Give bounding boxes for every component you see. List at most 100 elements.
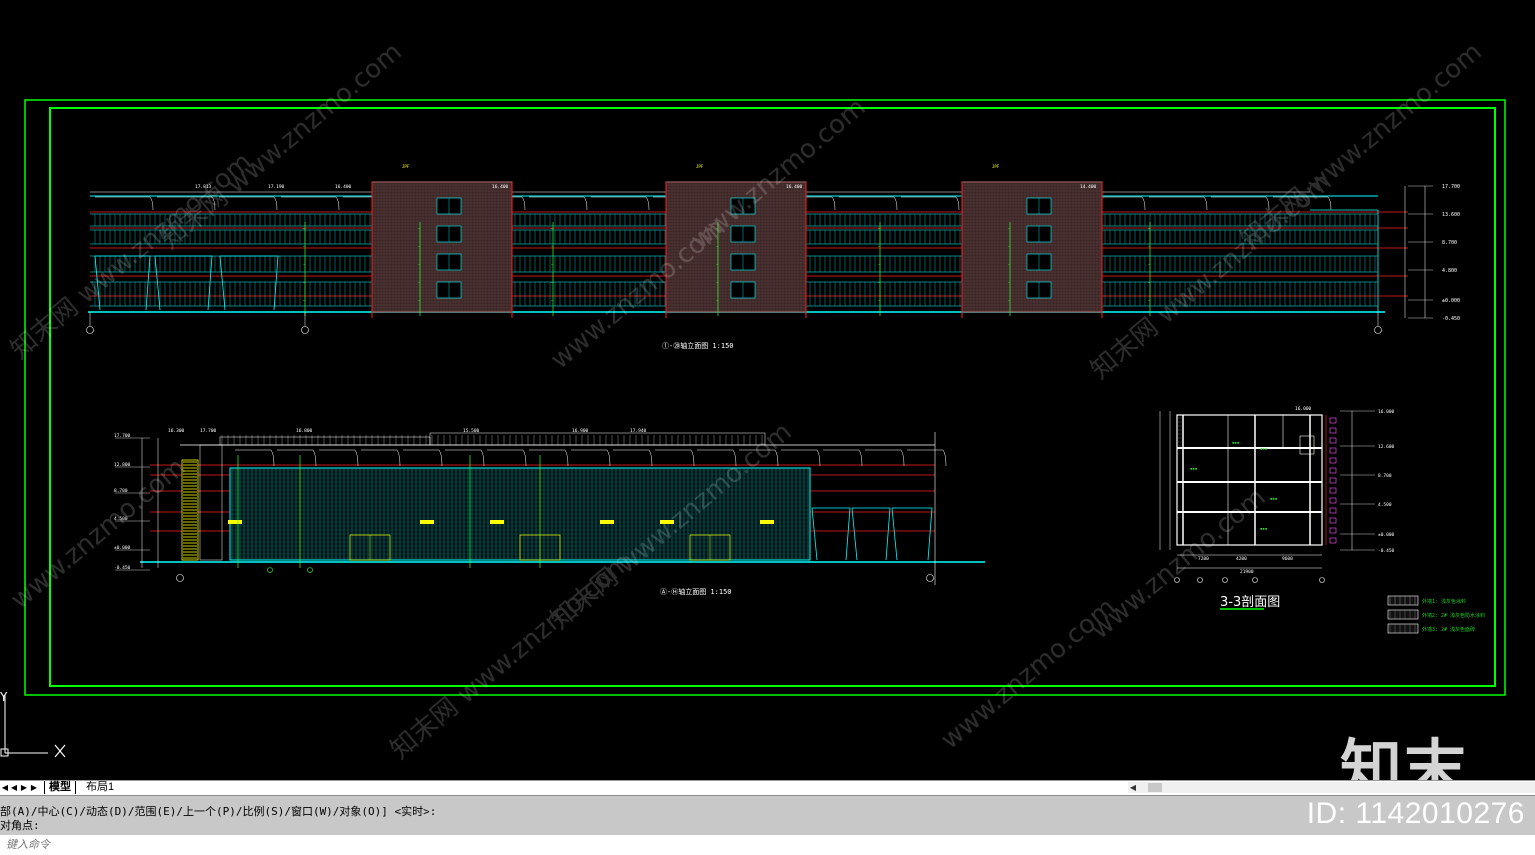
last-tab-arrow[interactable]: ▶	[30, 782, 38, 793]
level-label: 8.700	[1442, 240, 1457, 246]
room-tag: ▪▪▪	[1190, 466, 1197, 471]
scroll-left-icon[interactable]: ◀	[1128, 782, 1138, 793]
axis-bubble	[86, 326, 94, 334]
cad-label: —	[303, 262, 306, 267]
roof-canopy	[529, 196, 588, 211]
window-mark	[1329, 417, 1337, 424]
axis-bubble	[1222, 577, 1228, 583]
id-watermark: ID: 1142010276	[1306, 797, 1525, 830]
window-mark	[1329, 507, 1337, 514]
elevation-tag: 16.400	[786, 184, 803, 190]
roof-canopy	[781, 449, 821, 467]
prev-tab-arrow[interactable]: ◀	[10, 782, 18, 793]
garage-opening	[219, 255, 279, 311]
dimension-label: 21900	[1240, 569, 1254, 575]
axis-bubble	[301, 326, 309, 334]
ucs-icon: Y	[0, 690, 66, 758]
cad-drawing[interactable]: JPF JPF JPF———————————————————————————————…	[0, 0, 1535, 780]
axis-bubble	[267, 567, 273, 573]
roof-canopy	[839, 196, 898, 211]
tab-model[interactable]: 模型	[44, 781, 76, 794]
window-mark	[1329, 497, 1337, 504]
cad-label: —	[551, 262, 554, 267]
level-label: ±0.000	[114, 545, 131, 551]
level-label: 16.000	[1295, 406, 1312, 412]
axis-bubble	[1197, 577, 1203, 583]
level-label: -0.450	[114, 565, 131, 571]
first-tab-arrow[interactable]: ◀	[1, 782, 9, 793]
roof-canopy	[865, 449, 905, 467]
section-outline	[1176, 414, 1323, 546]
roof-canopy	[529, 449, 569, 467]
scrollbar-thumb[interactable]	[1148, 783, 1162, 792]
next-tab-arrow[interactable]: ▶	[20, 782, 28, 793]
legend-label: 外墙1: 浅灰色涂料	[1422, 598, 1466, 605]
command-input[interactable]	[4, 836, 608, 854]
cad-label: —	[878, 280, 881, 285]
axis-bubble	[1374, 326, 1382, 334]
level-label: -0.450	[1442, 316, 1460, 322]
site-watermark: 知末网 www.znzmo.com	[385, 547, 637, 766]
command-input-row	[0, 835, 1535, 855]
legend-swatch	[1387, 595, 1419, 606]
axis-bubble	[307, 567, 313, 573]
elevation-tag: 16.300	[168, 428, 185, 434]
window-mark	[1329, 487, 1337, 494]
roof-canopy	[277, 449, 317, 467]
level-label: 8.700	[1378, 473, 1392, 479]
legend-swatch	[1387, 609, 1419, 620]
dimension-label: 9600	[1282, 556, 1293, 562]
room-tag: ▪▪▪	[1232, 440, 1239, 445]
window-mark	[1329, 437, 1337, 444]
window-mark	[1329, 467, 1337, 474]
level-label: 4.500	[1378, 502, 1392, 508]
room-tag: ▪▪▪	[1260, 446, 1267, 451]
site-watermark: 知末网 www.znzmo.com	[155, 37, 407, 256]
tab-layout1[interactable]: 布局1	[82, 781, 118, 794]
cad-label: —	[551, 298, 554, 303]
room-tag: ▪▪▪	[1270, 496, 1277, 501]
yellow-mark	[420, 520, 434, 524]
legend-swatch	[1387, 623, 1419, 634]
level-label: 12.600	[1378, 444, 1395, 450]
section-title: 3-3剖面图	[1220, 595, 1280, 610]
roof-canopy	[613, 449, 653, 467]
level-label: 13.600	[1442, 212, 1460, 218]
roof-canopy	[901, 196, 960, 211]
window-mark	[1329, 527, 1337, 534]
level-label: -0.450	[1378, 548, 1395, 554]
axis-bubble	[1319, 577, 1325, 583]
elevation-1-title: ①-⑳轴立面图 1:150	[662, 341, 734, 350]
command-history-line: 对角点:	[0, 819, 40, 832]
level-label: 16.000	[1378, 409, 1395, 415]
roof-canopy	[571, 449, 611, 467]
drawing-canvas[interactable]: JPF JPF JPF — — — — — — — — — — — — — — — — — — — — — — — — — — — — — — —…	[0, 0, 1535, 780]
level-label: ±0.000	[1378, 532, 1395, 538]
roof-canopy	[281, 196, 340, 211]
elevation-tag: 16.400	[492, 184, 509, 190]
elevation-tag: 17.700	[200, 428, 217, 434]
garage-opening	[851, 507, 891, 561]
level-label: ±0.000	[1442, 298, 1460, 304]
roof-canopy	[403, 449, 443, 467]
dimension-label: 4200	[1236, 556, 1247, 562]
site-watermark: www.znzmo.com	[935, 592, 1121, 755]
window-mark	[1329, 477, 1337, 484]
window-mark	[1329, 447, 1337, 454]
parapet	[429, 432, 766, 446]
window-mark	[1329, 517, 1337, 524]
roof-canopy	[95, 196, 154, 211]
roof-canopy	[361, 449, 401, 467]
garage-opening	[891, 507, 933, 561]
command-history-line: 部(A)/中心(C)/动态(D)/范围(E)/上一个(P)/比例(S)/窗口(W…	[0, 805, 437, 818]
elevation-tag: 16.400	[335, 184, 352, 190]
level-label: 17.700	[1442, 184, 1460, 190]
axis-bubble	[1252, 577, 1258, 583]
horizontal-scrollbar[interactable]: ◀	[1128, 782, 1535, 793]
site-watermark: www.znzmo.com	[5, 452, 191, 615]
roof-canopy	[1211, 196, 1270, 211]
cad-label: —	[1148, 280, 1151, 285]
cad-label: —	[878, 262, 881, 267]
axis-bubble	[176, 574, 184, 582]
cad-label: —	[303, 280, 306, 285]
